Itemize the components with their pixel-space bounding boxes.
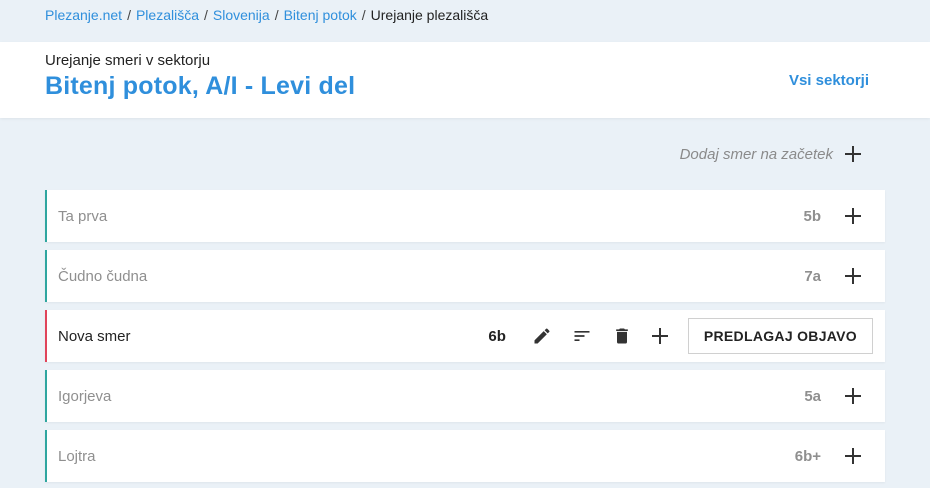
page-title: Bitenj potok, A/I - Levi del	[45, 72, 356, 100]
breadcrumb-link-crags[interactable]: Plezališča	[136, 7, 199, 23]
plus-icon[interactable]	[845, 146, 861, 162]
plus-icon[interactable]	[845, 388, 861, 404]
route-row-active[interactable]: Nova smer 6b PREDLAGAJ OBJAVO	[45, 310, 885, 362]
route-list: Dodaj smer na začetek Ta prva 5b Čudno č…	[0, 118, 930, 482]
breadcrumb-separator: /	[361, 7, 366, 23]
all-sectors-link[interactable]: Vsi sektorji	[789, 72, 869, 89]
route-row[interactable]: Čudno čudna 7a	[45, 250, 885, 302]
breadcrumb-separator: /	[203, 7, 208, 23]
route-grade: 5a	[804, 387, 821, 405]
sort-icon[interactable]	[572, 326, 592, 346]
route-grade: 7a	[804, 267, 821, 285]
breadcrumb-separator: /	[127, 7, 131, 23]
route-grade: 6b+	[794, 447, 821, 465]
route-name: Ta prva	[58, 207, 108, 225]
route-grade: 6b	[488, 327, 506, 345]
route-name: Lojtra	[58, 447, 96, 465]
trash-icon[interactable]	[612, 326, 632, 346]
add-route-at-start[interactable]: Dodaj smer na začetek	[45, 118, 885, 190]
route-row[interactable]: Ta prva 5b	[45, 190, 885, 242]
plus-icon[interactable]	[845, 268, 861, 284]
breadcrumb: Plezanje.net / Plezališča / Slovenija / …	[0, 0, 930, 42]
plus-icon[interactable]	[845, 208, 861, 224]
route-tools	[532, 326, 668, 346]
route-name: Nova smer	[58, 327, 131, 345]
breadcrumb-separator: /	[274, 7, 279, 23]
add-route-at-start-label: Dodaj smer na začetek	[679, 145, 833, 163]
page-subtitle: Urejanje smeri v sektorju	[45, 52, 211, 69]
plus-icon[interactable]	[651, 328, 668, 344]
breadcrumb-link-country[interactable]: Slovenija	[213, 7, 270, 23]
plus-icon[interactable]	[845, 448, 861, 464]
page-header: Urejanje smeri v sektorju Bitenj potok, …	[0, 42, 930, 118]
breadcrumb-current: Urejanje plezališča	[370, 7, 489, 23]
route-name: Igorjeva	[58, 387, 112, 405]
route-grade: 5b	[803, 207, 821, 225]
route-row[interactable]: Igorjeva 5a	[45, 370, 885, 422]
pencil-icon[interactable]	[532, 326, 552, 346]
propose-publish-button[interactable]: PREDLAGAJ OBJAVO	[687, 318, 873, 354]
route-name: Čudno čudna	[58, 267, 148, 285]
breadcrumb-link-crag[interactable]: Bitenj potok	[284, 7, 357, 23]
route-row[interactable]: Lojtra 6b+	[45, 430, 885, 482]
breadcrumb-link-home[interactable]: Plezanje.net	[45, 7, 122, 23]
